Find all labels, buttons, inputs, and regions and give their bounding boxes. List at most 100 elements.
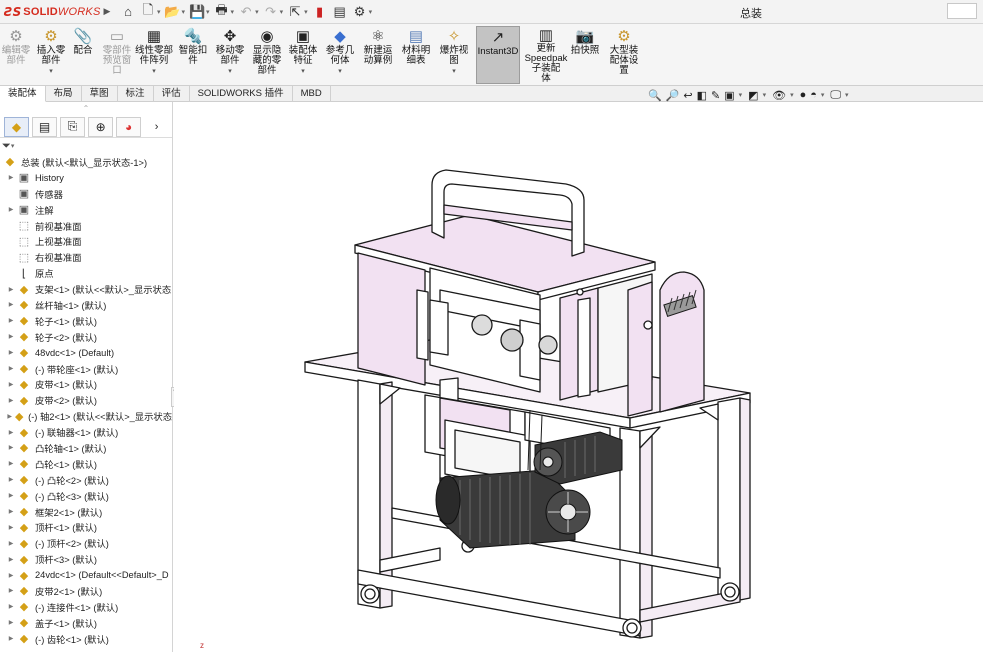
move-component-button[interactable]: ✥ 移动零 部件 ▾ [212,26,248,84]
edit-component-button[interactable]: ⚙ 编辑零 部件 [1,26,31,84]
display-manager-tab[interactable]: ◕ [116,116,142,137]
take-snapshot-button[interactable]: 📷 拍快照 [568,26,602,84]
chevron-down-icon[interactable]: ▾ [228,67,232,75]
tree-item[interactable]: ▶ ◆ 丝杆轴<1> (默认) [0,297,172,313]
expand-arrow-icon[interactable]: ▶ [6,301,16,308]
rebuild-button[interactable]: ▮ [312,4,328,20]
redo-button[interactable]: ↷ ▾ [263,4,284,20]
smart-fastener-button[interactable]: 🔩 智能扣件 [176,26,210,84]
reference-geometry-button[interactable]: ◆ 参考几 何体 ▾ [322,26,358,84]
chevron-down-icon[interactable]: ▾ [369,8,373,16]
chevron-down-icon[interactable]: ▾ [301,67,305,75]
linear-pattern-button[interactable]: ▦ 线性零部 件阵列 ▾ [134,26,174,84]
hide-show-items-icon[interactable]: 👁 [772,89,786,102]
view-settings-icon[interactable]: 🖵 [830,89,841,102]
insert-component-button[interactable]: ⚙ 插入零 部件 ▾ [33,26,69,84]
instant3d-button[interactable]: ↗ Instant3D [476,26,520,84]
expand-arrow-icon[interactable]: ▶ [6,349,16,356]
bom-button[interactable]: ▤ 材料明 细表 [398,26,434,84]
tree-item[interactable]: ▶ ◆ 皮带<2> (默认) [0,392,172,408]
expand-arrow-icon[interactable]: ▶ [6,460,16,467]
menu-expand-arrow-icon[interactable]: ▶ [100,6,114,17]
chevron-down-icon[interactable]: ▾ [206,8,210,16]
tree-item[interactable]: ▶ ▣ 注解 [0,202,172,218]
more-tabs-arrow-icon[interactable]: › [144,117,169,137]
expand-arrow-icon[interactable]: ▶ [6,333,16,340]
tree-filter[interactable]: ⏷ ▾ [0,138,172,154]
assembly-model[interactable] [174,102,983,652]
tab-4[interactable]: 评估 [154,86,190,102]
expand-arrow-icon[interactable]: ▶ [6,444,16,451]
zoom-to-fit-icon[interactable]: 🔍 [648,89,662,102]
show-hidden-button[interactable]: ◉ 显示隐 藏的零 部件 [250,26,284,84]
tree-item[interactable]: ⌊ 原点 [0,265,172,281]
expand-arrow-icon[interactable]: ▶ [6,476,16,483]
chevron-down-icon[interactable]: ▾ [280,8,284,16]
tab-5[interactable]: SOLIDWORKS 插件 [190,86,293,102]
tree-item[interactable]: ▶ ◆ 支架<1> (默认<<默认>_显示状态 [0,281,172,297]
tree-item[interactable]: ▣ 传感器 [0,186,172,202]
tree-item[interactable]: ▶ ◆ 顶杆<1> (默认) [0,519,172,535]
print-button[interactable]: 🖶 ▾ [214,2,235,20]
tab-0[interactable]: 装配体 [0,86,46,102]
tab-1[interactable]: 布局 [46,86,82,102]
expand-arrow-icon[interactable]: ▶ [6,556,16,563]
chevron-down-icon[interactable]: ▾ [790,91,794,99]
zoom-to-area-icon[interactable]: 🔎 [666,89,680,102]
tree-item[interactable]: ⬚ 右视基准面 [0,249,172,265]
expand-arrow-icon[interactable]: ▶ [6,540,16,547]
chevron-down-icon[interactable]: ▾ [231,8,235,16]
tab-6[interactable]: MBD [293,86,331,102]
previous-view-icon[interactable]: ↩ [683,89,692,102]
tree-item[interactable]: ▶ ◆ 皮带2<1> (默认) [0,583,172,599]
chevron-down-icon[interactable]: ▾ [49,67,53,75]
expand-arrow-icon[interactable]: ▶ [6,174,16,181]
expand-arrow-icon[interactable]: ▶ [6,603,16,610]
expand-arrow-icon[interactable]: ▶ [6,635,16,642]
assembly-feature-button[interactable]: ▣ 装配体 特征 ▾ [286,26,320,84]
chevron-down-icon[interactable]: ▾ [452,67,456,75]
expand-arrow-icon[interactable]: ▶ [6,572,16,579]
tree-item[interactable]: ▶ ◆ 框架2<1> (默认) [0,504,172,520]
tree-item[interactable]: ▶ ◆ 盖子<1> (默认) [0,615,172,631]
apply-scene-icon[interactable]: ◓ [810,89,817,101]
expand-arrow-icon[interactable]: ▶ [6,365,16,372]
section-view-icon[interactable]: ◧ [697,89,707,102]
solidworks-logo[interactable]: ƧS SOLIDWORKS [0,0,100,24]
chevron-down-icon[interactable]: ▾ [152,67,156,75]
tab-2[interactable]: 草图 [82,86,118,102]
tree-root[interactable]: ◆ 总装 (默认<默认_显示状态-1>) [0,154,172,170]
expand-arrow-icon[interactable]: ▶ [6,508,16,515]
tree-item[interactable]: ▶ ◆ 48vdc<1> (Default) [0,345,172,361]
chevron-down-icon[interactable]: ▾ [338,67,342,75]
expand-arrow-icon[interactable]: ▶ [6,397,16,404]
undo-button[interactable]: ↶ ▾ [238,4,259,20]
tree-item[interactable]: ▶ ◆ (-) 带轮座<1> (默认) [0,361,172,377]
display-style-icon[interactable]: ◩ [748,89,758,102]
graphics-area[interactable] [174,102,983,652]
tree-item[interactable]: ▶ ◆ 凸轮<1> (默认) [0,456,172,472]
component-preview-button[interactable]: ▭ 零部件 预览窗口 [99,26,135,84]
feature-manager-tab[interactable]: ◆ [4,116,30,137]
file-properties-button[interactable]: ▤ [332,4,348,20]
tree-item[interactable]: ▶ ◆ 24vdc<1> (Default<<Default>_D [0,567,172,583]
mate-button[interactable]: 📎 配合 [68,26,98,84]
new-motion-study-button[interactable]: ⚛ 新建运 动算例 [360,26,396,84]
exploded-view-button[interactable]: ✧ 爆炸视图 ▾ [436,26,472,84]
tree-item[interactable]: ▶ ◆ (-) 顶杆<2> (默认) [0,535,172,551]
select-button[interactable]: ⇱ ▾ [287,4,308,20]
expand-arrow-icon[interactable]: ▶ [6,492,16,499]
tree-item[interactable]: ▶ ◆ (-) 轴2<1> (默认<<默认>_显示状态 [0,408,172,424]
chevron-down-icon[interactable]: ▾ [182,8,186,16]
tree-item[interactable]: ▶ ◆ (-) 凸轮<3> (默认) [0,488,172,504]
configuration-manager-tab[interactable]: ⎘ [60,116,86,137]
new-button[interactable]: 🗋 ▾ [140,2,161,20]
tree-item[interactable]: ▶ ◆ 顶杆<3> (默认) [0,551,172,567]
tree-item[interactable]: ▶ ◆ 轮子<1> (默认) [0,313,172,329]
tree-item[interactable]: ▶ ▣ History [0,170,172,186]
update-speedpak-button[interactable]: ▥ 更新 Speedpak 子装配体 [524,26,568,84]
tree-item[interactable]: ▶ ◆ 皮带<1> (默认) [0,376,172,392]
chevron-down-icon[interactable]: ▾ [763,91,767,99]
open-button[interactable]: 📂 ▾ [164,4,186,20]
property-manager-tab[interactable]: ▤ [32,116,58,137]
